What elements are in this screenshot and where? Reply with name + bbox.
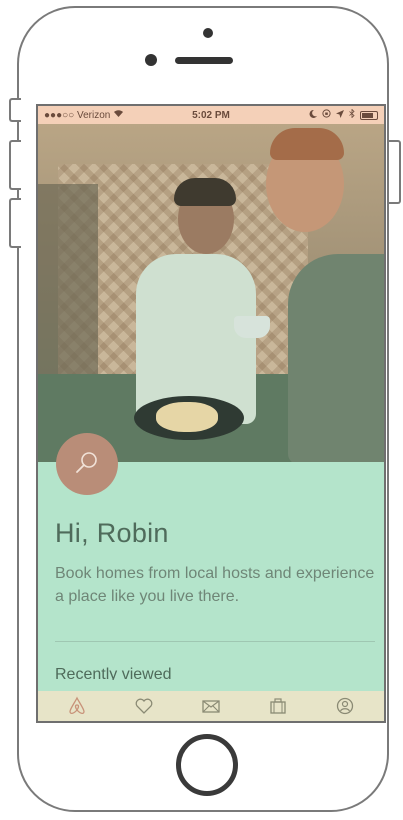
suitcase-icon — [268, 696, 288, 721]
search-button[interactable] — [56, 433, 118, 495]
front-camera — [203, 28, 213, 38]
tab-explore[interactable] — [62, 695, 92, 721]
envelope-icon — [201, 696, 221, 721]
rotation-lock-icon — [322, 109, 331, 121]
battery-icon — [360, 110, 378, 120]
tab-trips[interactable] — [263, 695, 293, 721]
tagline-text: Book homes from local hosts and experien… — [55, 565, 375, 605]
tab-inbox[interactable] — [196, 695, 226, 721]
status-bar: ●●●○○ Verizon 5:02 PM — [38, 106, 384, 124]
search-icon — [74, 449, 100, 480]
wifi-icon — [113, 109, 124, 121]
proximity-sensor — [145, 54, 157, 66]
tab-profile[interactable] — [330, 695, 360, 721]
phone-screen: ●●●○○ Verizon 5:02 PM Hi, Robin Book hom… — [36, 104, 386, 723]
hero-photo — [38, 124, 384, 462]
airbnb-logo-icon — [67, 696, 87, 721]
bluetooth-icon — [349, 108, 355, 121]
divider — [55, 641, 375, 642]
home-button[interactable] — [176, 734, 238, 796]
volume-down-button — [9, 198, 21, 248]
volume-up-button — [9, 140, 21, 190]
moon-icon — [309, 109, 317, 121]
location-arrow-icon — [336, 109, 344, 121]
user-icon — [335, 696, 355, 721]
section-title: Recently viewed — [55, 666, 172, 680]
earpiece-speaker — [175, 57, 233, 64]
greeting-title: Hi, Robin — [55, 518, 169, 548]
mute-switch — [9, 98, 21, 122]
tab-saved[interactable] — [129, 695, 159, 721]
heart-icon — [134, 696, 154, 721]
tab-bar — [38, 691, 384, 721]
carrier-label: ●●●○○ Verizon — [44, 109, 111, 121]
power-button — [389, 140, 401, 204]
